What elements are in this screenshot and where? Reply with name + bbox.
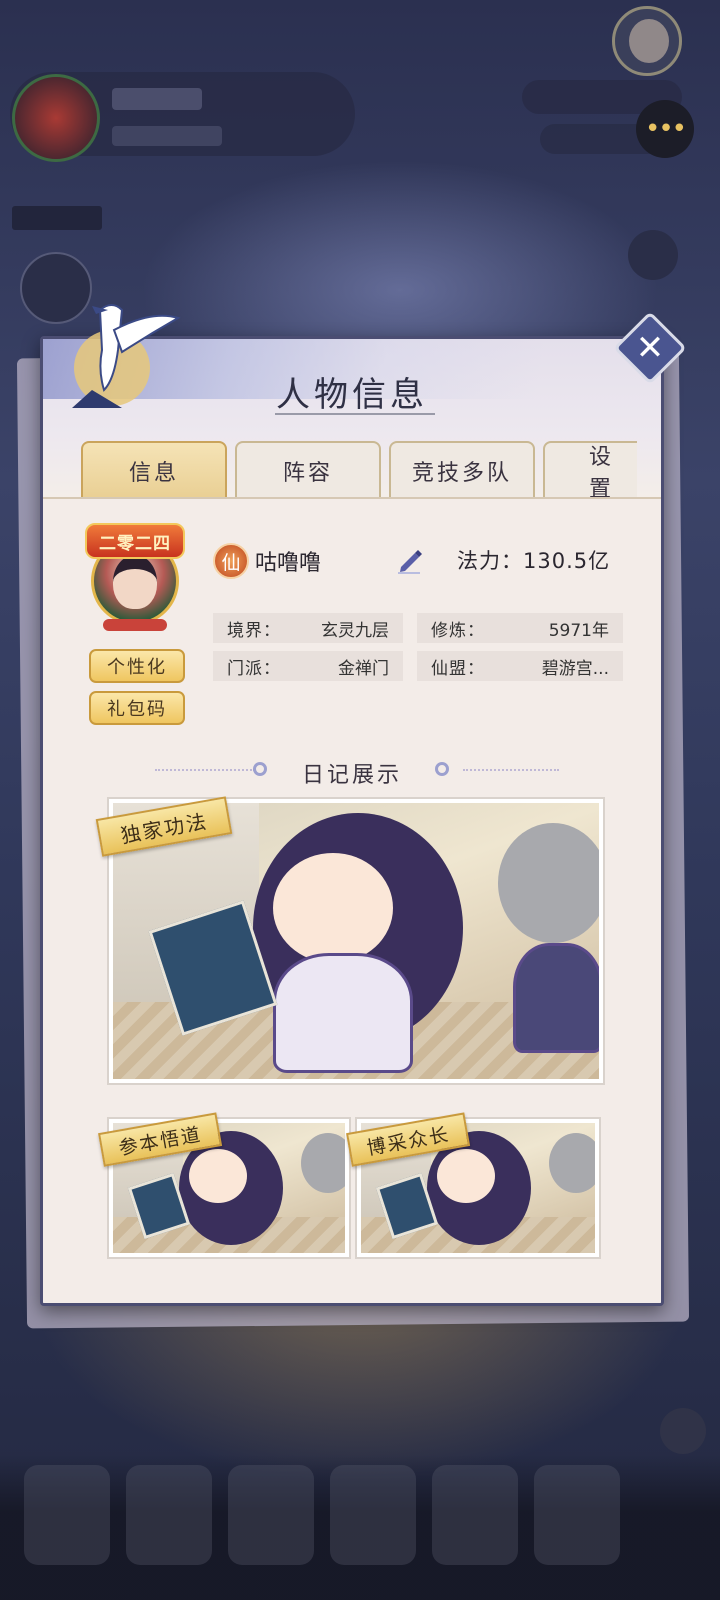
diary-illustration [113,803,599,1079]
top-right-avatar[interactable] [612,6,682,76]
stat-alliance: 仙盟： 碧游宫... [417,651,623,681]
illustration-character-face [189,1149,247,1203]
stat-realm: 境界： 玄灵九层 [213,613,403,643]
title-ornament [275,413,435,415]
stat-value: 5971年 [548,620,609,641]
side-action-button [660,1408,706,1454]
close-icon[interactable]: ✕ [624,322,676,374]
gift-code-button[interactable]: 礼包码 [89,691,185,725]
tab-lineup[interactable]: 阵容 [235,441,381,499]
bottom-nav-icon [228,1465,314,1565]
stat-value: 金禅门 [338,658,389,679]
illustration-grey-character [301,1133,345,1193]
avatar-frame-base [103,619,167,631]
stat-value: 碧游宫... [541,658,609,679]
illustration-character-face [437,1149,495,1203]
player-name: 咕噜噜 [255,551,322,576]
tab-info[interactable]: 信息 [81,441,227,499]
avatar-portrait [113,555,157,609]
divider [463,769,559,771]
bottom-nav-icon [126,1465,212,1565]
background-tag [12,206,102,230]
bottom-nav-icon [534,1465,620,1565]
stat-sect: 门派： 金禅门 [213,651,403,681]
diary-title: 日记展示 [301,763,402,788]
bottom-nav-icon [330,1465,416,1565]
stat-key: 修炼： [431,620,485,641]
player-avatar-background [12,74,100,162]
tab-settings[interactable]: 设置 [543,441,637,502]
bottom-nav-icon [24,1465,110,1565]
bottom-nav-icon [432,1465,518,1565]
crane-icon [72,304,181,408]
background-circle-button [628,230,678,280]
stat-value: 玄灵九层 [321,620,389,641]
stat-key: 门派： [227,658,281,679]
tab-bar: 信息 阵容 竞技多队 设置 [81,441,661,502]
character-info-panel: 人物信息 信息 阵容 竞技多队 设置 二零二四 个性化 礼包码 仙 咕噜噜 法力… [40,336,664,1306]
illustration-grey-character [498,823,599,943]
stat-key: 境界： [227,620,281,641]
chat-bubble-icon[interactable]: ••• [636,100,694,158]
stat-cultivation: 修炼： 5971年 [417,613,623,643]
power-value: 法力：130.5亿 [457,549,611,573]
stat-key: 仙盟： [431,658,485,679]
illustration-grey-character-robe [513,943,599,1053]
illustration-character-robe [273,953,413,1073]
customize-button[interactable]: 个性化 [89,649,185,683]
xian-icon: 仙 [213,543,249,579]
illustration-grey-character [549,1133,595,1193]
tab-arena-teams[interactable]: 竞技多队 [389,441,535,499]
divider-ornament [435,762,449,776]
avatar[interactable]: 二零二四 [85,523,185,631]
illustration-character-face [273,853,393,963]
avatar-badge: 二零二四 [85,523,185,559]
player-sub-placeholder [112,126,222,146]
pencil-icon[interactable] [395,545,425,575]
info-content: 二零二四 个性化 礼包码 仙 咕噜噜 法力：130.5亿 境界： 玄灵九层 修炼… [43,497,661,1303]
player-name-placeholder [112,88,202,110]
